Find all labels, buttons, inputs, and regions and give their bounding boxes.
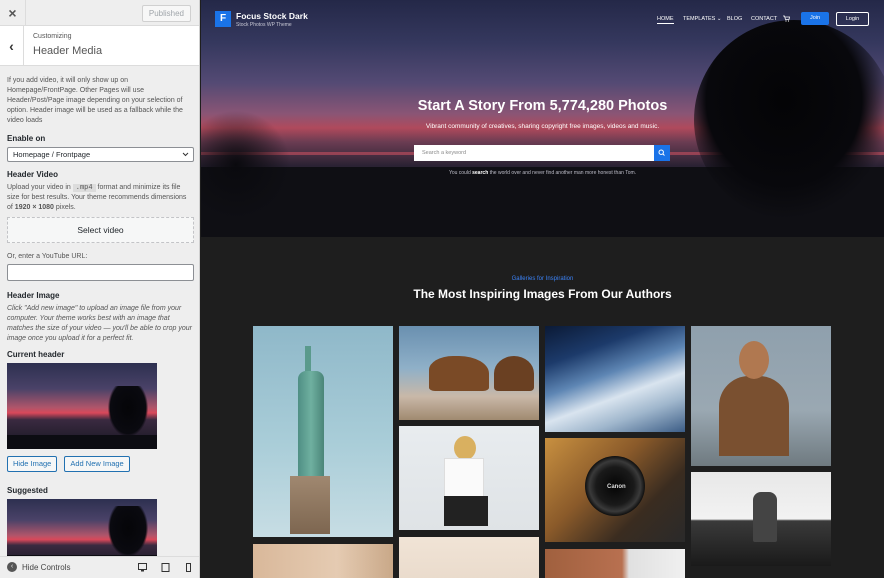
hide-controls-button[interactable]: ‹ Hide Controls: [7, 562, 70, 572]
hero-search-input[interactable]: Search a keyword: [414, 145, 654, 161]
login-button[interactable]: Login: [836, 12, 869, 26]
photo-photographer-beach[interactable]: [691, 472, 831, 566]
enable-on-label: Enable on: [7, 134, 46, 143]
photo-woman-tablet[interactable]: [399, 426, 539, 530]
header-image-description: Click "Add new image" to upload an image…: [7, 305, 192, 342]
chevron-down-icon: [182, 148, 189, 166]
nav-blog[interactable]: BLOG: [727, 16, 742, 22]
site-tagline: Stock Photos WP Theme: [236, 22, 292, 28]
video-dimensions: 1920 × 1080: [14, 204, 54, 211]
photo-man-scarf[interactable]: [691, 326, 831, 466]
header-image-actions: Hide Image Add New Image: [7, 456, 192, 472]
photo-earth-from-space[interactable]: [545, 326, 685, 432]
enable-on-value: Homepage / Frontpage: [13, 150, 91, 159]
site-logo[interactable]: F: [215, 11, 231, 27]
desktop-preview-icon[interactable]: [138, 563, 147, 572]
intro-description: If you add video, it will only show up o…: [7, 77, 183, 124]
select-video-button[interactable]: Select video: [7, 217, 194, 243]
enable-on-select[interactable]: Homepage / Frontpage: [7, 147, 194, 162]
site-title[interactable]: Focus Stock Dark: [236, 11, 308, 21]
video-description: Upload your video in .mp4 format and min…: [7, 184, 187, 211]
back-icon[interactable]: ‹: [0, 26, 24, 66]
search-button[interactable]: [654, 145, 670, 161]
hero-subtitle: Vibrant community of creatives, sharing …: [425, 123, 660, 130]
join-button[interactable]: Join: [801, 12, 829, 25]
nav-templates[interactable]: TEMPLATES ⌄: [683, 16, 721, 22]
video-format-code: .mp4: [72, 184, 96, 192]
add-new-image-button[interactable]: Add New Image: [64, 456, 130, 472]
section-kicker: Galleries for Inspiration: [511, 276, 574, 282]
photo-camera-lens[interactable]: Canon: [545, 438, 685, 542]
customizer-topbar: × Published: [0, 0, 199, 26]
nav-contact[interactable]: CONTACT: [751, 16, 777, 22]
customizer-footer: ‹ Hide Controls: [0, 556, 199, 578]
hero-title: Start A Story From 5,774,280 Photos: [417, 98, 668, 114]
section-title: The Most Inspiring Images From Our Autho…: [413, 287, 672, 301]
tablet-preview-icon[interactable]: [161, 563, 170, 572]
customizer-sidebar: × Published ‹ Customizing Header Media I…: [0, 0, 200, 578]
suggested-label: Suggested: [7, 486, 48, 495]
gallery-section: Galleries for Inspiration The Most Inspi…: [201, 237, 884, 578]
header-image-label: Header Image: [7, 291, 60, 300]
customizing-label: Customizing: [33, 33, 72, 40]
photo-brick-wall[interactable]: [545, 549, 685, 578]
site-preview: F Focus Stock Dark Stock Photos WP Theme…: [201, 0, 884, 578]
search-icon: [658, 149, 665, 156]
section-title: Header Media: [33, 45, 103, 57]
youtube-url-input[interactable]: [7, 264, 194, 281]
current-header-thumbnail[interactable]: [7, 363, 157, 449]
close-icon[interactable]: ×: [0, 0, 26, 26]
photo-hands[interactable]: [253, 544, 393, 578]
hero-note: You could search the world over and neve…: [448, 170, 637, 176]
nav-home[interactable]: HOME: [657, 16, 674, 24]
hide-image-button[interactable]: Hide Image: [7, 456, 58, 472]
cart-icon[interactable]: [783, 15, 790, 22]
photo-camels[interactable]: [399, 326, 539, 420]
mobile-preview-icon[interactable]: [184, 563, 193, 572]
camera-brand-text: Canon: [607, 484, 626, 490]
header-video-label: Header Video: [7, 170, 58, 179]
hero-banner: F Focus Stock Dark Stock Photos WP Theme…: [201, 0, 884, 237]
photo-statue-of-liberty[interactable]: [253, 326, 393, 537]
photo-cream[interactable]: [399, 537, 539, 578]
customizer-body: If you add video, it will only show up o…: [0, 66, 199, 569]
published-button[interactable]: Published: [141, 5, 191, 22]
section-header: ‹ Customizing Header Media: [0, 26, 199, 66]
youtube-url-label: Or, enter a YouTube URL:: [7, 253, 88, 260]
current-header-label: Current header: [7, 350, 65, 359]
collapse-icon: ‹: [7, 562, 17, 572]
hide-controls-label: Hide Controls: [22, 562, 71, 572]
